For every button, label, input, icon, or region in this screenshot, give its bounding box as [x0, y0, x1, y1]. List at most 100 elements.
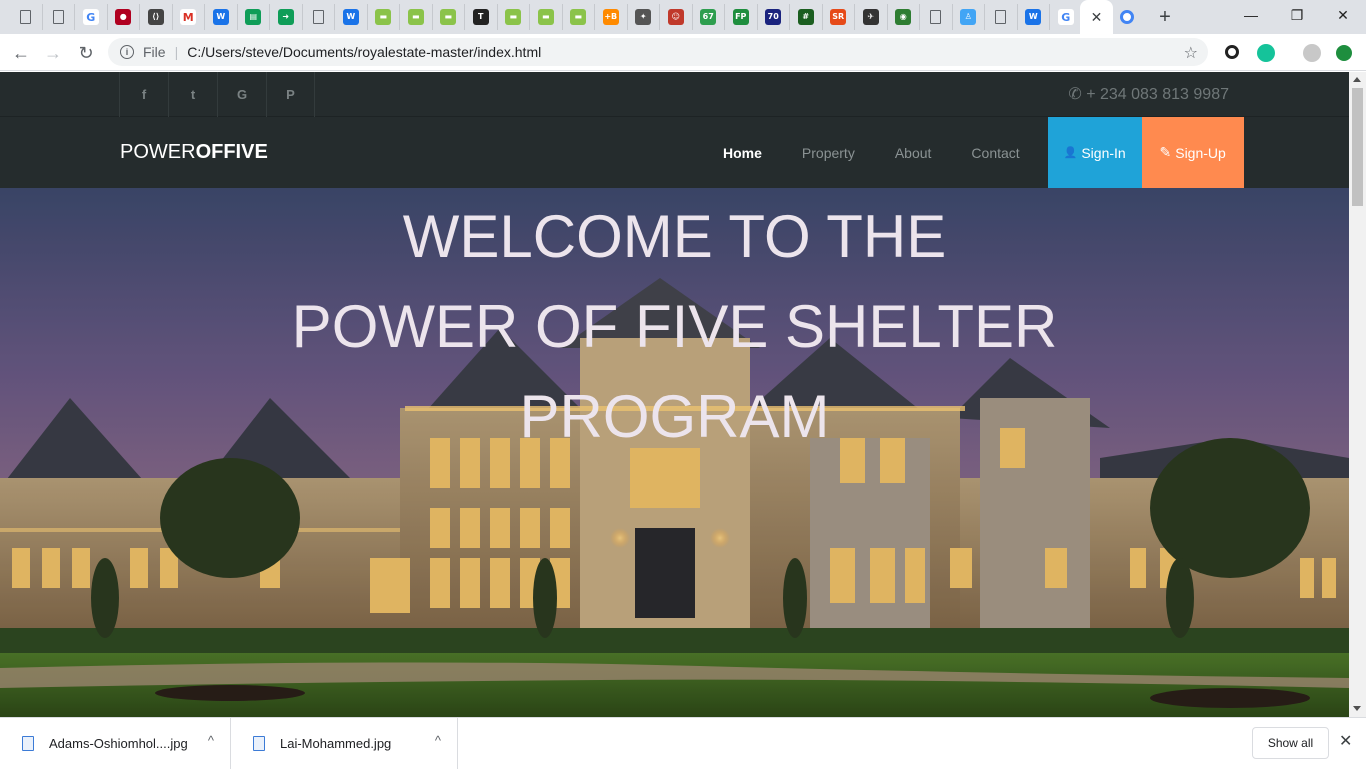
download-shelf: Adams-Oshiomhol....jpg ^ Lai-Mohammed.jp…	[0, 717, 1366, 769]
browser-tab[interactable]: ☺	[660, 4, 693, 30]
browser-tab[interactable]: ▬	[400, 4, 433, 30]
browser-tab[interactable]	[985, 4, 1018, 30]
scheme-label: File	[143, 44, 166, 60]
browser-tab[interactable]: ▬	[498, 4, 530, 30]
phone-number: + 234 083 813 9987	[1086, 86, 1229, 103]
close-window-button[interactable]: ✕	[1320, 0, 1366, 30]
forward-button[interactable]: →	[39, 39, 67, 67]
maximize-button[interactable]: ❐	[1274, 0, 1320, 30]
download-item[interactable]: Adams-Oshiomhol....jpg ^	[0, 718, 231, 769]
social-link[interactable]: G	[217, 72, 266, 117]
active-tab[interactable]: ✕	[1080, 0, 1113, 34]
scroll-down-arrow-icon[interactable]	[1353, 706, 1361, 711]
sign-up-button[interactable]: ✎ Sign-Up	[1141, 117, 1244, 188]
browser-tab[interactable]: W	[335, 4, 368, 30]
tab-chrome-apps[interactable]	[1114, 4, 1140, 30]
browser-tab[interactable]: ▬	[368, 4, 400, 30]
minimize-button[interactable]: —	[1228, 0, 1274, 30]
url-text[interactable]: C:/Users/steve/Documents/royalestate-mas…	[187, 44, 541, 60]
browser-tab[interactable]	[303, 4, 335, 30]
browser-tab[interactable]: ●	[108, 4, 140, 30]
sign-in-button[interactable]: 👤 Sign-In	[1047, 117, 1142, 188]
t-icon: T	[472, 9, 489, 25]
nav-home[interactable]: Home	[703, 117, 782, 188]
browser-tab[interactable]	[10, 4, 43, 30]
download-item[interactable]: Lai-Mohammed.jpg ^	[231, 718, 458, 769]
site-logo[interactable]: POWEROFFIVE	[120, 141, 268, 164]
browser-tab[interactable]: ✦	[628, 4, 660, 30]
browser-tab[interactable]: ♙	[953, 4, 985, 30]
gmail-icon: M	[180, 9, 197, 25]
close-shelf-icon[interactable]: ✕	[1339, 731, 1352, 751]
google-plus-icon: G	[236, 87, 248, 102]
browser-tab[interactable]: ▬	[563, 4, 595, 30]
browser-tab[interactable]	[920, 4, 953, 30]
social-links: ftGP	[119, 72, 315, 117]
browser-tab[interactable]: W	[205, 4, 238, 30]
browser-tab[interactable]: ▤	[238, 4, 270, 30]
browser-tab[interactable]: G	[1050, 4, 1083, 30]
show-all-button[interactable]: Show all	[1252, 727, 1329, 759]
person-icon: ♙	[960, 9, 977, 25]
bookmark-star-icon[interactable]: ☆	[1184, 43, 1198, 63]
facebook-icon: f	[141, 87, 147, 102]
browser-tab[interactable]: 67	[693, 4, 725, 30]
contact-phone: ✆ + 234 083 813 9987	[1068, 84, 1229, 104]
nav-contact[interactable]: Contact	[951, 117, 1039, 188]
grammarly-icon[interactable]	[1257, 44, 1275, 62]
scroll-up-arrow-icon[interactable]	[1353, 77, 1361, 82]
book-icon: ▬	[505, 9, 522, 25]
swirl-icon: ◉	[895, 9, 912, 25]
info-icon[interactable]: i	[120, 45, 134, 59]
seventy-icon: 70	[765, 9, 782, 25]
image-file-icon	[22, 736, 34, 751]
browser-tab[interactable]: ▬	[433, 4, 465, 30]
update-icon[interactable]	[1336, 45, 1352, 61]
social-link[interactable]: f	[119, 72, 168, 117]
nav-property[interactable]: Property	[782, 117, 875, 188]
chevron-up-icon[interactable]: ^	[435, 733, 441, 748]
browser-tab[interactable]: ✈	[855, 4, 888, 30]
book-icon: ▬	[440, 9, 457, 25]
browser-tab[interactable]: ⟨⟩	[140, 4, 173, 30]
download-filename: Lai-Mohammed.jpg	[280, 736, 392, 751]
doc-icon	[312, 10, 324, 24]
nav-about[interactable]: About	[875, 117, 952, 188]
page-scrollbar[interactable]	[1349, 72, 1366, 717]
doc-icon	[20, 10, 32, 24]
scrollbar-thumb[interactable]	[1352, 88, 1363, 206]
sign-in-label: Sign-In	[1081, 144, 1126, 161]
book-icon: ▬	[570, 9, 587, 25]
browser-tab[interactable]: M	[173, 4, 205, 30]
browser-tab[interactable]	[43, 4, 75, 30]
social-link[interactable]: P	[266, 72, 315, 117]
browser-tab[interactable]: G	[75, 4, 108, 30]
address-separator: |	[174, 44, 179, 60]
phone-icon: ✆	[1068, 86, 1082, 103]
browser-tab[interactable]: 70	[758, 4, 790, 30]
chevron-up-icon[interactable]: ^	[208, 733, 214, 748]
w-icon: W	[342, 9, 359, 25]
download-filename: Adams-Oshiomhol....jpg	[49, 736, 188, 751]
extension-sync-icon[interactable]	[1225, 45, 1239, 59]
browser-tab[interactable]: ➜	[270, 4, 303, 30]
address-bar[interactable]: i File | C:/Users/steve/Documents/royale…	[108, 38, 1208, 66]
eagle-icon: ✦	[635, 9, 652, 25]
tab-close-icon[interactable]: ✕	[1091, 9, 1103, 26]
social-link[interactable]: t	[168, 72, 217, 117]
reload-button[interactable]: ↻	[72, 39, 100, 67]
new-tab-button[interactable]: +	[1152, 5, 1178, 29]
browser-tab[interactable]: FP	[725, 4, 758, 30]
browser-tab[interactable]: #	[790, 4, 823, 30]
browser-tab[interactable]: ◉	[888, 4, 920, 30]
main-nav: Home Property About Contact 👤 Sign-In ✎ …	[703, 117, 1244, 188]
back-button[interactable]: ←	[7, 39, 35, 67]
browser-tab[interactable]: ▬	[530, 4, 563, 30]
browser-tab[interactable]: W	[1018, 4, 1050, 30]
doc-icon	[930, 10, 942, 24]
browser-tab[interactable]: +B	[595, 4, 628, 30]
profile-avatar[interactable]	[1303, 44, 1321, 62]
browser-tab[interactable]: T	[465, 4, 498, 30]
reload-icon: ↻	[78, 42, 94, 63]
browser-tab[interactable]: SR	[823, 4, 855, 30]
